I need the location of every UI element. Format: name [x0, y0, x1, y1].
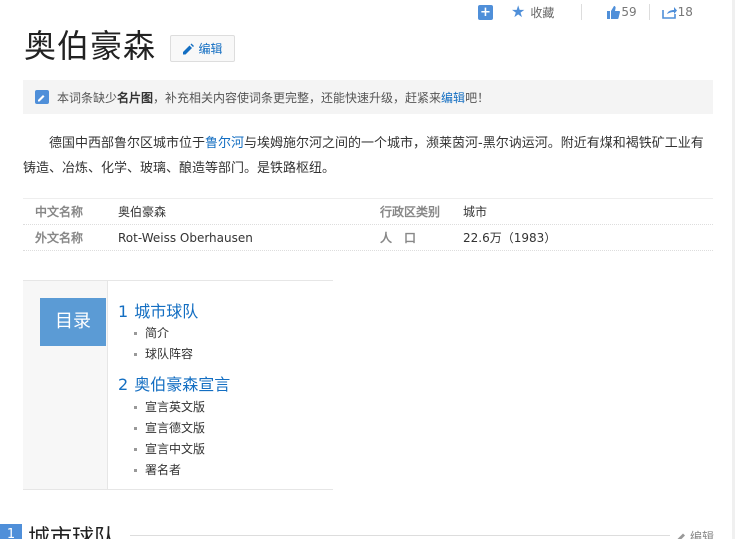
toc-item[interactable]: 宣言中文版 [134, 440, 205, 457]
bullet [134, 332, 137, 335]
info-key: 中文名称 [35, 205, 84, 219]
thumbs-up-icon[interactable] [606, 5, 621, 19]
toc-section-number: 2 [118, 375, 129, 394]
toc-item-label: 宣言德文版 [145, 421, 206, 435]
section-number-badge: 1 [0, 524, 22, 539]
toc-item-label: 球队阵容 [145, 347, 194, 361]
basic-info-table: 中文名称 奥伯豪森 行政区类别 城市 外文名称 Rot-Weiss Oberha… [23, 198, 713, 251]
summary-text-pre: 德国中西部鲁尔区城市位于 [49, 136, 206, 151]
favorite-button[interactable]: 收藏 [530, 4, 554, 21]
tip-text-bold: 名片图 [117, 90, 154, 105]
tip-text-pre: 本词条缺少 [57, 90, 118, 105]
toc-item[interactable]: 署名者 [134, 461, 181, 478]
divider [581, 4, 583, 20]
info-row: 中文名称 奥伯豪森 行政区类别 城市 [23, 199, 713, 225]
share-icon[interactable] [661, 6, 677, 19]
tip-text-mid: ，补充相关内容使词条更完整，还能快速升级，赶紧来 [153, 90, 442, 105]
toc-section-number: 1 [118, 302, 129, 321]
bullet [134, 353, 137, 356]
info-value: 城市 [463, 205, 488, 219]
toc-section-title: 奥伯豪森宣言 [134, 375, 231, 394]
info-value: Rot-Weiss Oberhausen [118, 230, 253, 245]
toc-item[interactable]: 球队阵容 [134, 345, 193, 362]
info-value: 22.6万（1983） [463, 231, 557, 245]
table-of-contents: 目录 1 城市球队 简介 球队阵容 2 奥伯豪森宣言 宣言英文版 宣言德文版 宣言中… [23, 280, 333, 490]
section-title: 城市球队 [28, 526, 117, 539]
edit-icon [35, 90, 49, 104]
toc-list: 1 城市球队 简介 球队阵容 2 奥伯豪森宣言 宣言英文版 宣言德文版 宣言中文版 … [107, 281, 333, 489]
bullet [134, 427, 137, 430]
share-count: 18 [677, 5, 693, 19]
top-action-bar: + ★ 收藏 59 18 [478, 2, 693, 22]
info-row: 外文名称 Rot-Weiss Oberhausen 人 口 22.6万（1983… [23, 225, 713, 251]
ruhr-river-link[interactable]: 鲁尔河 [205, 136, 244, 151]
toc-item-label: 简介 [145, 326, 170, 340]
tip-edit-link[interactable]: 编辑 [441, 89, 465, 106]
summary-paragraph: 德国中西部鲁尔区城市位于鲁尔河与埃姆施尔河之间的一个城市，濒莱茵河-黑尔讷运河。… [23, 131, 713, 181]
toc-sidebar: 目录 [23, 281, 107, 489]
divider [648, 4, 650, 20]
toc-item-label: 宣言中文版 [145, 442, 206, 456]
toc-section-title: 城市球队 [134, 302, 199, 321]
toc-item-label: 署名者 [145, 463, 182, 477]
toc-section-2[interactable]: 2 奥伯豪森宣言 [118, 371, 230, 395]
like-count: 59 [621, 5, 637, 19]
toc-item[interactable]: 简介 [134, 324, 169, 341]
info-value: 奥伯豪森 [118, 205, 167, 219]
toc-item-label: 宣言英文版 [145, 400, 206, 414]
section-edit-label: 编辑 [690, 530, 715, 539]
bullet [134, 469, 137, 472]
info-key: 行政区类别 [380, 205, 441, 219]
info-key: 人 口 [380, 231, 417, 245]
section-edit-button[interactable]: 编辑 [676, 528, 714, 539]
toc-item[interactable]: 宣言德文版 [134, 419, 205, 436]
info-key: 外文名称 [35, 231, 84, 245]
edit-button[interactable]: 编辑 [170, 35, 235, 62]
toc-section-1[interactable]: 1 城市球队 [118, 298, 198, 322]
edit-button-label: 编辑 [198, 42, 223, 56]
toc-heading: 目录 [40, 298, 106, 346]
toc-item[interactable]: 宣言英文版 [134, 398, 205, 415]
page-title: 奥伯豪森 [24, 27, 157, 65]
add-icon[interactable]: + [478, 4, 493, 20]
pencil-icon [183, 43, 195, 54]
bullet [134, 448, 137, 451]
pencil-icon [677, 533, 685, 539]
section-divider [130, 535, 670, 536]
missing-image-tip: 本词条缺少 名片图 ，补充相关内容使词条更完整，还能快速升级，赶紧来 编辑 吧！ [23, 80, 713, 114]
tip-text-post: 吧！ [465, 90, 490, 105]
star-icon[interactable]: ★ [511, 4, 525, 20]
bullet [134, 406, 137, 409]
